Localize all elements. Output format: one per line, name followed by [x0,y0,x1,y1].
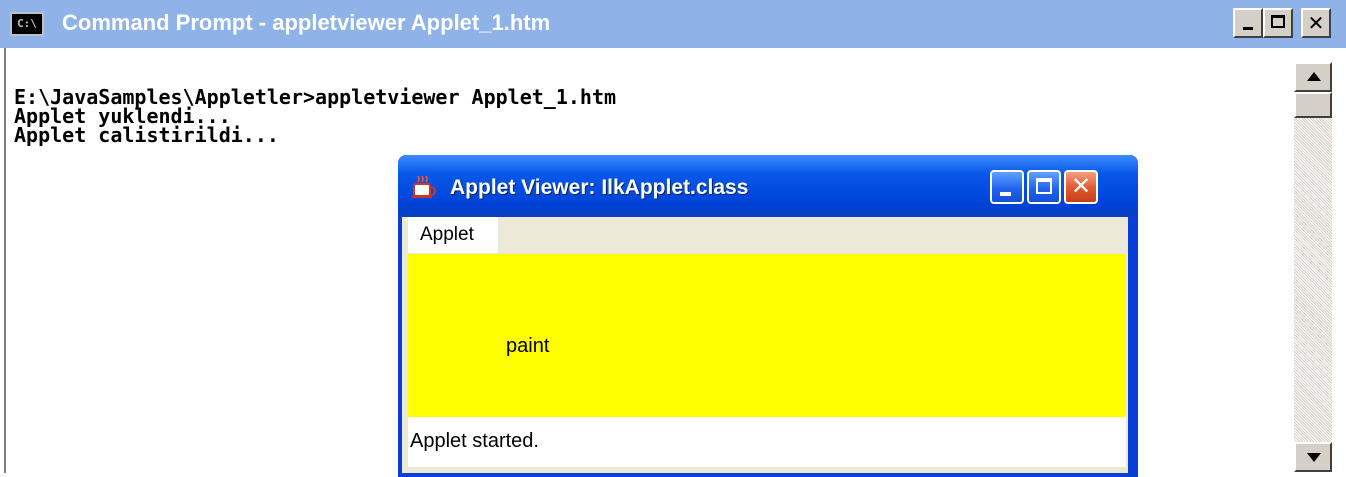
applet-window-title: Applet Viewer: IlkApplet.class [450,176,749,199]
arrow-up-icon [1307,72,1321,81]
console-icon[interactable]: C:\ [10,12,44,36]
applet-minimize-button[interactable] [990,170,1024,204]
maximize-icon [1036,178,1052,194]
minimize-icon [1243,27,1253,30]
maximize-icon [1271,15,1285,28]
status-text: Applet started. [410,430,539,452]
applet-canvas[interactable]: paint [408,254,1126,417]
cmd-minimize-button[interactable] [1233,8,1263,38]
applet-titlebar[interactable]: Applet Viewer: IlkApplet.class ✕ [398,155,1138,217]
cmd-maximize-button[interactable] [1263,8,1293,38]
applet-close-button[interactable]: ✕ [1064,170,1098,204]
close-icon: ✕ [1070,172,1092,200]
cmd-window-title: Command Prompt - appletviewer Applet_1.h… [62,10,551,35]
cmd-close-button[interactable]: ✕ [1301,8,1331,38]
scroll-down-button[interactable] [1294,442,1332,472]
minimize-icon [1000,192,1011,196]
vertical-scrollbar[interactable] [1294,62,1332,472]
scroll-up-button[interactable] [1294,62,1332,92]
console-line: Applet calistirildi... [14,123,279,147]
java-cup-icon[interactable] [411,175,437,199]
applet-status-bar: Applet started. [408,417,1126,467]
paint-text: paint [506,335,550,357]
cmd-titlebar[interactable]: C:\ Command Prompt - appletviewer Applet… [0,0,1346,48]
menu-applet[interactable]: Applet [408,217,498,253]
scroll-thumb[interactable] [1294,92,1332,118]
applet-menubar: Applet [404,217,1124,253]
applet-maximize-button[interactable] [1027,170,1061,204]
arrow-down-icon [1307,453,1321,462]
close-icon: ✕ [1307,11,1325,35]
applet-viewer-window: Applet Viewer: IlkApplet.class ✕ Applet … [398,155,1138,477]
